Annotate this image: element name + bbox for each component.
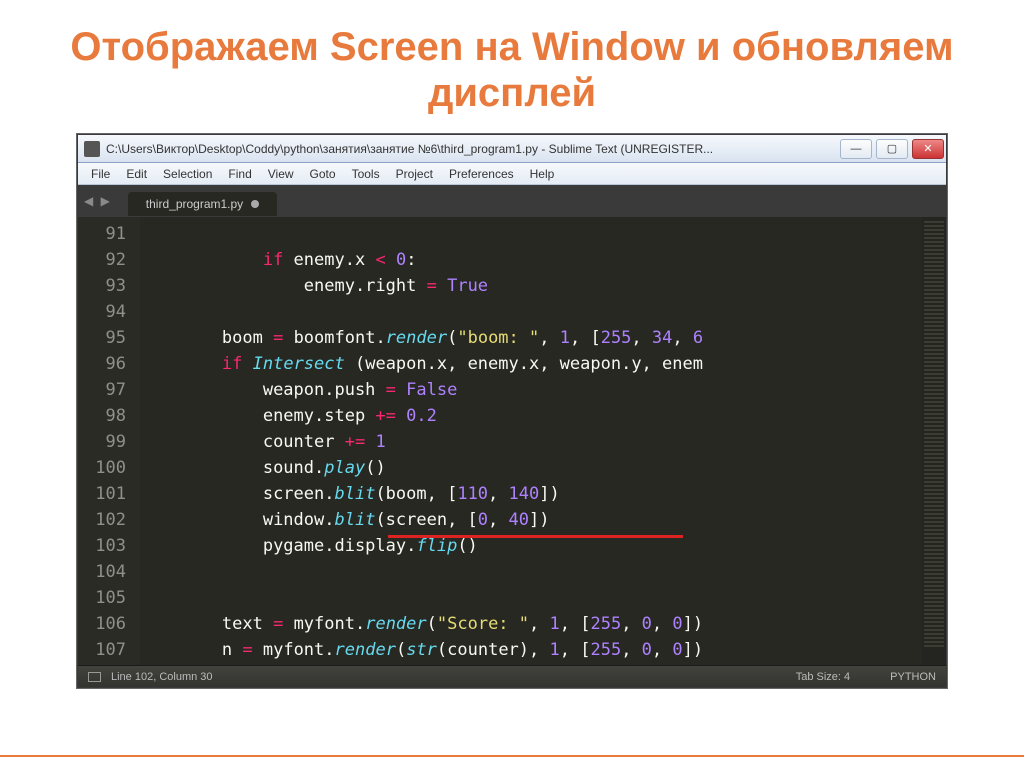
menu-view[interactable]: View xyxy=(261,165,301,183)
syntax-lang[interactable]: PYTHON xyxy=(890,671,936,683)
menu-preferences[interactable]: Preferences xyxy=(442,165,521,183)
menu-edit[interactable]: Edit xyxy=(119,165,154,183)
minimap[interactable] xyxy=(922,217,946,665)
slide-title: Отображаем Screen на Window и обновляем … xyxy=(0,0,1024,134)
tab-file[interactable]: third_program1.py xyxy=(128,192,277,216)
tab-label: third_program1.py xyxy=(146,197,243,211)
menu-tools[interactable]: Tools xyxy=(345,165,387,183)
window-titlebar[interactable]: C:\Users\Виктор\Desktop\Coddy\python\зан… xyxy=(78,135,946,163)
minimize-button[interactable]: — xyxy=(840,139,872,159)
cursor-position: Line 102, Column 30 xyxy=(111,671,213,683)
menu-file[interactable]: File xyxy=(84,165,117,183)
code-editor[interactable]: 919293 949596 979899 100101102 103104105… xyxy=(78,217,946,665)
window-title: C:\Users\Виктор\Desktop\Coddy\python\зан… xyxy=(106,142,840,156)
nav-arrows[interactable]: ◀ ▶ xyxy=(84,194,112,208)
tab-bar: ◀ ▶ third_program1.py xyxy=(78,185,946,217)
menu-help[interactable]: Help xyxy=(523,165,562,183)
menu-find[interactable]: Find xyxy=(221,165,258,183)
slide-footer-rule xyxy=(0,755,1024,757)
menu-selection[interactable]: Selection xyxy=(156,165,219,183)
annotation-underline xyxy=(388,535,683,538)
line-gutter: 919293 949596 979899 100101102 103104105… xyxy=(78,217,140,665)
maximize-button[interactable]: ▢ xyxy=(876,139,908,159)
menu-project[interactable]: Project xyxy=(389,165,440,183)
panel-icon[interactable] xyxy=(88,672,101,682)
menu-goto[interactable]: Goto xyxy=(303,165,343,183)
close-button[interactable]: ✕ xyxy=(912,139,944,159)
status-bar: Line 102, Column 30 Tab Size: 4 PYTHON xyxy=(78,665,946,687)
sublime-window: C:\Users\Виктор\Desktop\Coddy\python\зан… xyxy=(77,134,947,688)
code-area[interactable]: if enemy.x < 0: enemy.right = True boom … xyxy=(140,217,922,665)
menu-bar: File Edit Selection Find View Goto Tools… xyxy=(78,163,946,185)
dirty-dot-icon xyxy=(251,200,259,208)
tab-size[interactable]: Tab Size: 4 xyxy=(796,671,850,683)
app-icon xyxy=(84,141,100,157)
